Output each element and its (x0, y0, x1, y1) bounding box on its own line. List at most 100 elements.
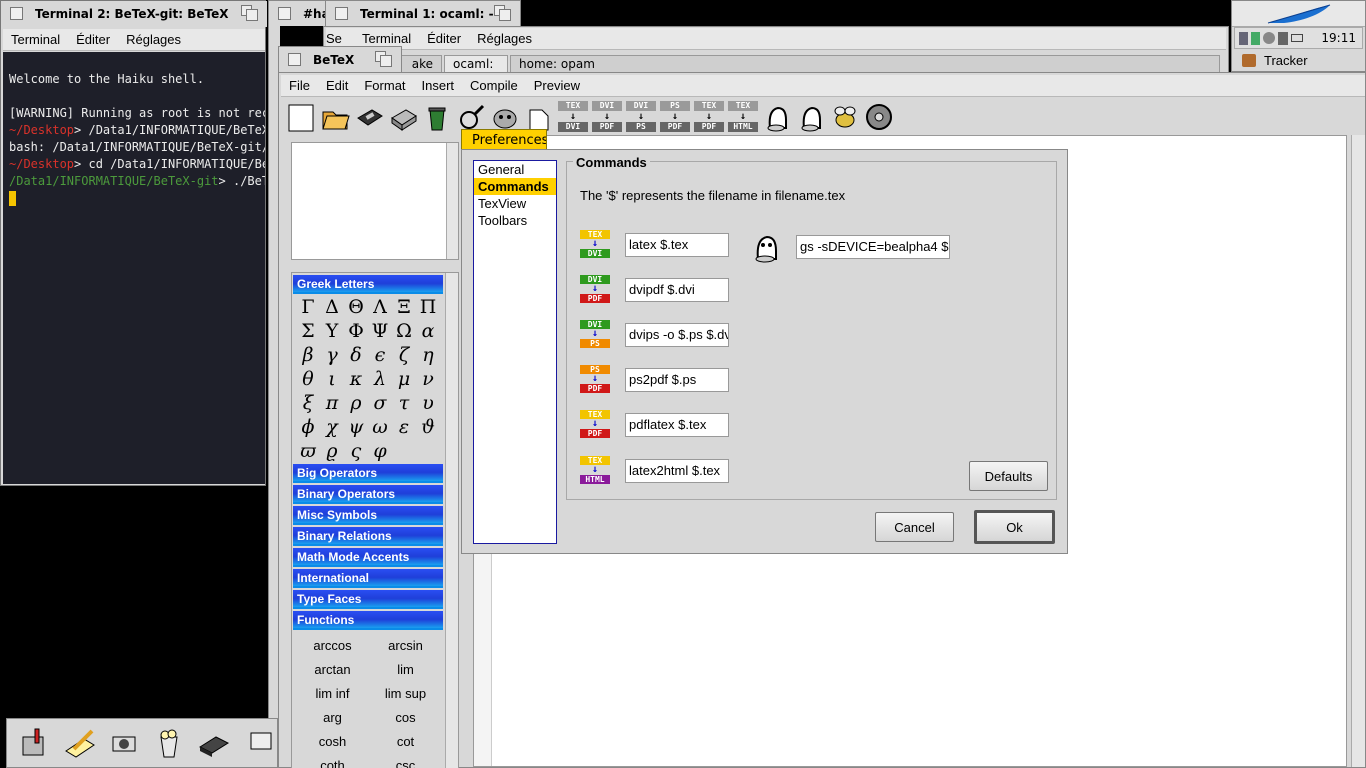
menu-edit[interactable]: Éditer (419, 31, 469, 46)
category-big-operators[interactable]: Big Operators (293, 464, 443, 483)
greek-symbol[interactable]: υ (416, 391, 440, 415)
greek-symbol[interactable]: Θ (344, 295, 368, 319)
greek-symbol[interactable]: ι (320, 367, 344, 391)
greek-symbol[interactable]: ν (416, 367, 440, 391)
function-symbol[interactable]: lim inf (296, 681, 369, 705)
function-symbol[interactable]: lim (369, 657, 442, 681)
menu-preview[interactable]: Preview (526, 78, 588, 93)
open-button[interactable] (319, 101, 351, 133)
function-symbol[interactable]: csc (369, 753, 442, 768)
greek-symbol[interactable]: ζ (392, 343, 416, 367)
greek-symbol[interactable]: Δ (320, 295, 344, 319)
greek-symbol[interactable]: Ψ (368, 319, 392, 343)
command-field[interactable]: dvips -o $.ps $.dvi (625, 323, 729, 347)
terminal-tab[interactable]: home: opam (510, 55, 1220, 73)
greek-symbol[interactable]: ς (344, 439, 368, 463)
terminal-tab[interactable]: ocaml: -- (444, 55, 508, 87)
laptop-button[interactable] (240, 724, 277, 762)
function-symbol[interactable]: arg (296, 705, 369, 729)
greek-symbol[interactable]: φ (368, 439, 392, 463)
terminal-2-screen[interactable]: Welcome to the Haiku shell. [WARNING] Ru… (3, 52, 265, 484)
bee-button[interactable] (829, 101, 861, 133)
zoom-box-icon[interactable] (241, 5, 258, 21)
symbol-panel-scrollbar[interactable] (445, 273, 458, 768)
command-field[interactable]: ps2pdf $.ps (625, 368, 729, 392)
function-symbol[interactable]: cot (369, 729, 442, 753)
greek-symbol[interactable]: Ξ (392, 295, 416, 319)
greek-symbol[interactable]: ϖ (296, 439, 320, 463)
tex-to-html-button[interactable]: TEX ↓ HTML (727, 101, 759, 133)
greek-symbol[interactable]: ρ (344, 391, 368, 415)
popcorn-button[interactable] (151, 724, 188, 762)
greek-symbol[interactable]: Σ (296, 319, 320, 343)
menu-insert[interactable]: Insert (414, 78, 463, 93)
menu-hidden-partial[interactable]: Se (326, 31, 354, 46)
category-math-mode-accents[interactable]: Math Mode Accents (293, 548, 443, 567)
haiku-leaf-menu[interactable] (1232, 1, 1365, 27)
greek-symbol[interactable]: τ (392, 391, 416, 415)
stylededit-button[interactable] (62, 724, 99, 762)
defaults-button[interactable]: Defaults (969, 461, 1048, 491)
greek-symbol[interactable]: Υ (320, 319, 344, 343)
category-international[interactable]: International (293, 569, 443, 588)
pref-item-texview[interactable]: TexView (474, 195, 556, 212)
function-symbol[interactable]: arctan (296, 657, 369, 681)
greek-symbol[interactable]: η (416, 343, 440, 367)
preferences-title-tab[interactable]: Preferences (461, 129, 547, 150)
file-list[interactable] (291, 142, 459, 260)
ps-to-pdf-button[interactable]: PS ↓ PDF (659, 101, 691, 133)
category-functions[interactable]: Functions (293, 611, 443, 630)
greek-symbol[interactable]: θ (296, 367, 320, 391)
greek-symbol[interactable]: ω (368, 415, 392, 439)
zoom-box-icon[interactable] (494, 5, 511, 21)
clipboard-icon[interactable] (1278, 31, 1288, 45)
greek-symbol[interactable]: μ (392, 367, 416, 391)
webcam-button[interactable] (106, 724, 143, 762)
file-list-scrollbar[interactable] (446, 143, 458, 259)
print-button[interactable] (387, 101, 419, 133)
function-symbol[interactable]: cos (369, 705, 442, 729)
dvi-to-pdf-button[interactable]: DVI ↓ PDF (591, 101, 623, 133)
greek-symbol[interactable]: π (320, 391, 344, 415)
greek-symbol[interactable]: Γ (296, 295, 320, 319)
menu-compile[interactable]: Compile (462, 78, 526, 93)
greek-symbol[interactable]: Π (416, 295, 440, 319)
pref-item-toolbars[interactable]: Toolbars (474, 212, 556, 229)
greek-symbol[interactable]: ψ (344, 415, 368, 439)
greek-symbol[interactable]: Ω (392, 319, 416, 343)
ghostscript-command-field[interactable]: gs -sDEVICE=bealpha4 $.ps (796, 235, 950, 259)
greek-symbol[interactable]: α (416, 319, 440, 343)
category-binary-relations[interactable]: Binary Relations (293, 527, 443, 546)
menu-settings[interactable]: Réglages (469, 31, 540, 46)
dvi-to-ps-button[interactable]: DVI ↓ PS (625, 101, 657, 133)
ok-button[interactable]: Ok (974, 510, 1055, 544)
close-box-icon[interactable] (278, 7, 291, 20)
menu-terminal[interactable]: Terminal (354, 31, 419, 46)
greek-symbol[interactable]: γ (320, 343, 344, 367)
close-box-icon[interactable] (10, 7, 23, 20)
greek-symbol[interactable]: ϕ (296, 415, 320, 439)
menu-file[interactable]: File (281, 78, 318, 93)
function-symbol[interactable]: coth (296, 753, 369, 768)
greek-symbol[interactable]: Φ (344, 319, 368, 343)
greek-symbol[interactable]: λ (368, 367, 392, 391)
menu-edit[interactable]: Edit (318, 78, 356, 93)
clock[interactable]: 19:11 (1321, 31, 1362, 45)
greek-symbol[interactable]: κ (344, 367, 368, 391)
pref-item-general[interactable]: General (474, 161, 556, 178)
editor-scrollbar[interactable] (1351, 135, 1365, 767)
volume-icon[interactable] (1263, 32, 1275, 44)
mail-button[interactable] (17, 724, 54, 762)
category-binary-operators[interactable]: Binary Operators (293, 485, 443, 504)
greek-symbol[interactable]: β (296, 343, 320, 367)
menu-edit[interactable]: Éditer (68, 32, 118, 47)
betex-title-tab[interactable]: BeTeX (278, 46, 402, 72)
category-misc-symbols[interactable]: Misc Symbols (293, 506, 443, 525)
menu-format[interactable]: Format (356, 78, 413, 93)
pref-item-commands[interactable]: Commands (474, 178, 556, 195)
cancel-button[interactable]: Cancel (875, 512, 954, 542)
cpu-monitor-icon[interactable] (1239, 31, 1248, 45)
new-document-button[interactable] (285, 101, 317, 133)
greek-symbol[interactable]: χ (320, 415, 344, 439)
terminal-2-title-tab[interactable]: Terminal 2: BeTeX-git: BeTeX (1, 1, 267, 27)
